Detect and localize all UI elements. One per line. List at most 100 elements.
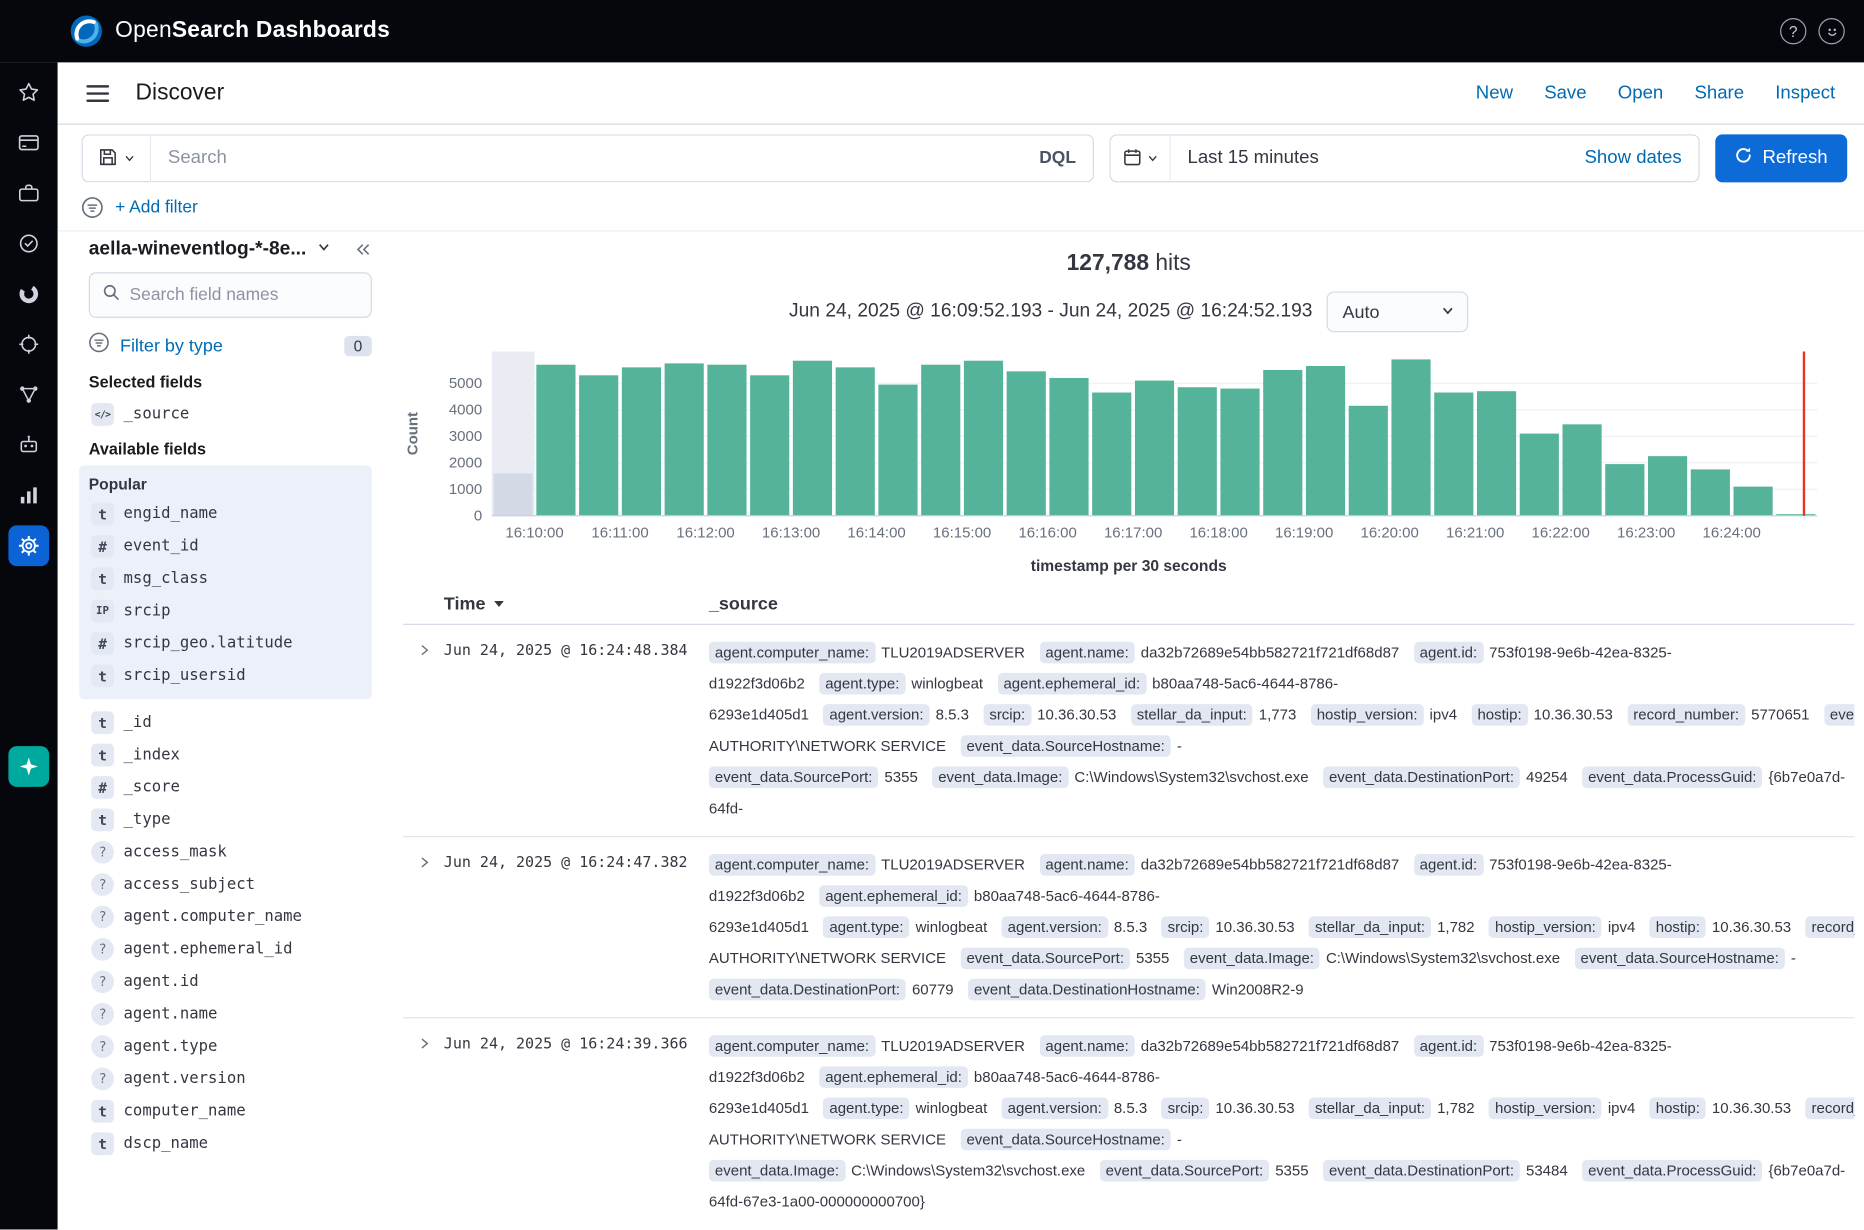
histogram-bar[interactable] — [1349, 406, 1388, 516]
histogram-bar[interactable] — [579, 375, 618, 515]
add-filter-button[interactable]: + Add filter — [115, 198, 198, 217]
field-item-dscp_name[interactable]: tdscp_name — [89, 1128, 372, 1160]
histogram-bar[interactable] — [1734, 487, 1773, 516]
nav-item-donut-chart[interactable] — [8, 273, 49, 314]
refresh-button[interactable]: Refresh — [1715, 134, 1847, 182]
histogram-bar[interactable] — [1477, 391, 1516, 516]
field-item-_type[interactable]: t_type — [89, 804, 372, 836]
field-item-srcip[interactable]: IPsrcip — [89, 595, 362, 627]
field-item-_index[interactable]: t_index — [89, 739, 372, 771]
documents-table: Time _source Jun 24, 2025 @ 16:24:48.384… — [403, 587, 1854, 1230]
histogram-bar[interactable] — [1220, 389, 1259, 516]
time-range-value[interactable]: Last 15 minutes — [1171, 148, 1568, 170]
field-item-agent.type[interactable]: ?agent.type — [89, 1030, 372, 1062]
nav-item-workflow[interactable] — [8, 374, 49, 415]
field-item-agent.ephemeral_id[interactable]: ?agent.ephemeral_id — [89, 933, 372, 965]
field-item-msg_class[interactable]: tmsg_class — [89, 563, 362, 595]
index-pattern-select[interactable]: aella-wineventlog-*-8e... — [89, 239, 332, 261]
nav-item-star[interactable] — [8, 72, 49, 113]
filter-icon[interactable] — [82, 197, 104, 219]
field-item-engid_name[interactable]: tengid_name — [89, 498, 362, 530]
svg-text:16:23:00: 16:23:00 — [1617, 524, 1675, 541]
histogram-bar[interactable] — [1520, 434, 1559, 516]
histogram-bar[interactable] — [665, 363, 704, 515]
show-dates-button[interactable]: Show dates — [1568, 148, 1699, 170]
help-icon[interactable]: ? — [1780, 18, 1806, 44]
field-value: 1,773 — [1259, 706, 1297, 723]
field-item-_id[interactable]: t_id — [89, 706, 372, 738]
calendar-button[interactable] — [1111, 136, 1171, 182]
field-item-agent.computer_name[interactable]: ?agent.computer_name — [89, 901, 372, 933]
field-item-access_subject[interactable]: ?access_subject — [89, 868, 372, 900]
field-item-computer_name[interactable]: tcomputer_name — [89, 1095, 372, 1127]
histogram-bar[interactable] — [793, 361, 832, 516]
query-language-button[interactable]: DQL — [1022, 149, 1092, 168]
histogram-bar[interactable] — [836, 367, 875, 515]
collapse-fields-panel-icon[interactable] — [353, 240, 372, 259]
header-action-new[interactable]: New — [1464, 75, 1525, 111]
nav-item-robot[interactable] — [8, 425, 49, 466]
histogram-bar[interactable] — [1605, 464, 1644, 516]
histogram-bar[interactable] — [1434, 393, 1473, 516]
number-field-icon: # — [91, 535, 114, 558]
histogram-bar[interactable] — [1092, 393, 1131, 516]
field-item-access_mask[interactable]: ?access_mask — [89, 836, 372, 868]
search-input[interactable] — [151, 136, 1022, 182]
filter-by-type-button[interactable]: Filter by type — [120, 335, 223, 355]
filter-by-type-row: Filter by type 0 — [89, 332, 372, 358]
header-action-inspect[interactable]: Inspect — [1763, 75, 1847, 111]
histogram-bar[interactable] — [1648, 456, 1687, 516]
field-value: winlogbeat — [911, 675, 983, 692]
histogram-bar[interactable] — [707, 365, 746, 516]
feedback-icon[interactable] — [1818, 18, 1844, 44]
histogram-bar[interactable] — [1691, 469, 1730, 515]
histogram-bar[interactable] — [622, 367, 661, 515]
histogram-bar[interactable] — [1178, 387, 1217, 516]
histogram-bar[interactable] — [1391, 359, 1430, 515]
sort-descending-icon[interactable] — [494, 601, 504, 607]
nav-item-bar-chart[interactable] — [8, 475, 49, 516]
saved-query-button[interactable] — [82, 134, 152, 182]
nav-item-gear[interactable] — [8, 525, 49, 566]
nav-item-briefcase[interactable] — [8, 173, 49, 214]
field-item-agent.name[interactable]: ?agent.name — [89, 998, 372, 1030]
time-column-header[interactable]: Time — [444, 594, 486, 614]
histogram-bar[interactable] — [1562, 424, 1601, 515]
histogram-bar[interactable] — [1007, 371, 1046, 515]
expand-row-icon[interactable] — [403, 1030, 444, 1050]
menu-icon[interactable] — [82, 80, 114, 106]
field-item-_source[interactable]: </>_source — [89, 398, 372, 430]
nav-item-crosshair[interactable] — [8, 324, 49, 365]
nav-item-sparkle[interactable] — [8, 746, 49, 787]
field-item-agent.version[interactable]: ?agent.version — [89, 1063, 372, 1095]
histogram-bar[interactable] — [1135, 381, 1174, 516]
nav-item-card[interactable] — [8, 122, 49, 163]
field-item-agent.id[interactable]: ?agent.id — [89, 966, 372, 998]
unknown-field-icon: ? — [91, 841, 114, 864]
header-action-save[interactable]: Save — [1532, 75, 1598, 111]
expand-row-icon[interactable] — [403, 849, 444, 869]
page-title: Discover — [136, 80, 225, 106]
svg-text:16:21:00: 16:21:00 — [1446, 524, 1504, 541]
field-item-_score[interactable]: #_score — [89, 771, 372, 803]
header-action-share[interactable]: Share — [1682, 75, 1756, 111]
histogram-bar[interactable] — [1049, 378, 1088, 516]
field-item-srcip_geo.latitude[interactable]: #srcip_geo.latitude — [89, 627, 362, 659]
field-item-srcip_usersid[interactable]: tsrcip_usersid — [89, 660, 362, 692]
histogram-bar[interactable] — [536, 365, 575, 516]
histogram-bar[interactable] — [1263, 370, 1302, 516]
histogram-bar[interactable] — [1306, 366, 1345, 516]
histogram-bar[interactable] — [921, 365, 960, 516]
header-action-open[interactable]: Open — [1606, 75, 1675, 111]
histogram-bar[interactable] — [494, 473, 533, 515]
field-key: agent.computer_name: — [709, 1035, 875, 1057]
expand-row-icon[interactable] — [403, 637, 444, 657]
histogram-bar[interactable] — [878, 385, 917, 516]
histogram-bar[interactable] — [750, 375, 789, 515]
interval-select[interactable]: Auto — [1327, 291, 1469, 332]
histogram-bar[interactable] — [964, 361, 1003, 516]
field-item-event_id[interactable]: #event_id — [89, 530, 362, 562]
nav-item-seal-check[interactable] — [8, 223, 49, 264]
field-search-input[interactable] — [130, 285, 359, 304]
opensearch-logo[interactable]: OpenSearch Dashboards — [70, 14, 390, 48]
